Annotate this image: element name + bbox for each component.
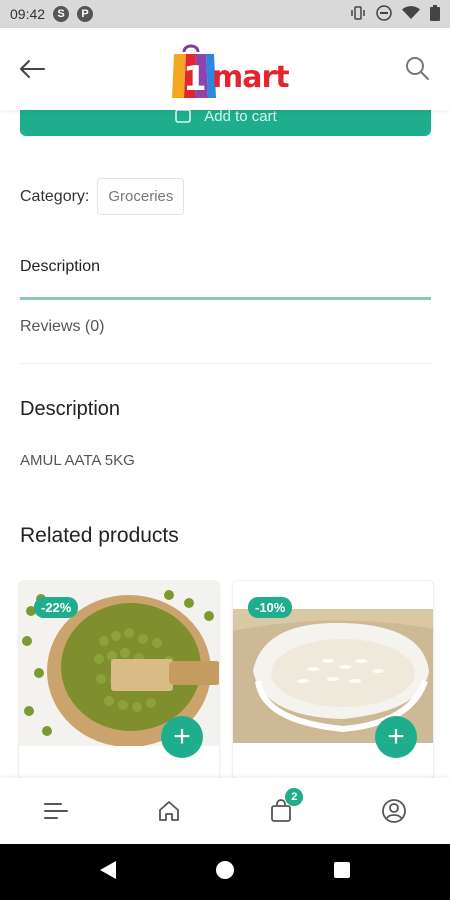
logo-text: mart <box>212 60 290 95</box>
back-arrow-icon[interactable] <box>18 54 48 84</box>
skype-notification-icon: S <box>53 6 70 22</box>
cart-count-badge: 2 <box>285 788 304 806</box>
search-icon[interactable] <box>404 55 432 83</box>
system-navigation-bar <box>0 844 450 900</box>
battery-icon <box>430 4 440 24</box>
discount-badge: -10% <box>248 597 293 618</box>
related-product-card[interactable]: -22% + <box>18 580 220 780</box>
category-label: Category: <box>20 187 90 205</box>
discount-badge: -22% <box>34 597 79 618</box>
description-text: AMUL AATA 5KG <box>20 452 135 469</box>
p-notification-icon: P <box>77 6 94 22</box>
menu-icon[interactable] <box>41 796 71 826</box>
app-header: 1 mart <box>0 28 450 110</box>
wifi-icon <box>402 5 420 23</box>
do-not-disturb-icon <box>376 4 392 24</box>
category-chip[interactable]: Groceries <box>97 178 185 215</box>
home-icon[interactable] <box>154 796 184 826</box>
account-icon[interactable] <box>379 796 409 826</box>
tab-reviews[interactable]: Reviews (0) <box>20 318 431 364</box>
related-products-heading: Related products <box>20 524 179 547</box>
add-to-cart-plus-button[interactable]: + <box>375 716 417 758</box>
system-back-icon[interactable] <box>99 860 117 885</box>
related-product-card[interactable]: -10% + <box>232 580 434 780</box>
app-logo[interactable]: 1 mart <box>170 42 295 102</box>
category-row: Category: Groceries <box>20 178 185 215</box>
system-home-icon[interactable] <box>215 860 235 885</box>
description-heading: Description <box>20 398 121 420</box>
tab-description[interactable]: Description <box>20 258 431 300</box>
add-to-cart-label: Add to cart <box>204 107 277 125</box>
status-time: 09:42 <box>10 6 46 22</box>
add-to-cart-plus-button[interactable]: + <box>161 716 203 758</box>
bottom-navigation: 2 <box>0 778 450 844</box>
cart-icon[interactable]: 2 <box>266 788 304 826</box>
vibrate-icon <box>350 5 366 23</box>
logo-number: 1 <box>183 59 207 99</box>
system-recents-icon[interactable] <box>333 861 351 884</box>
status-bar: 09:42 S P <box>0 0 450 28</box>
